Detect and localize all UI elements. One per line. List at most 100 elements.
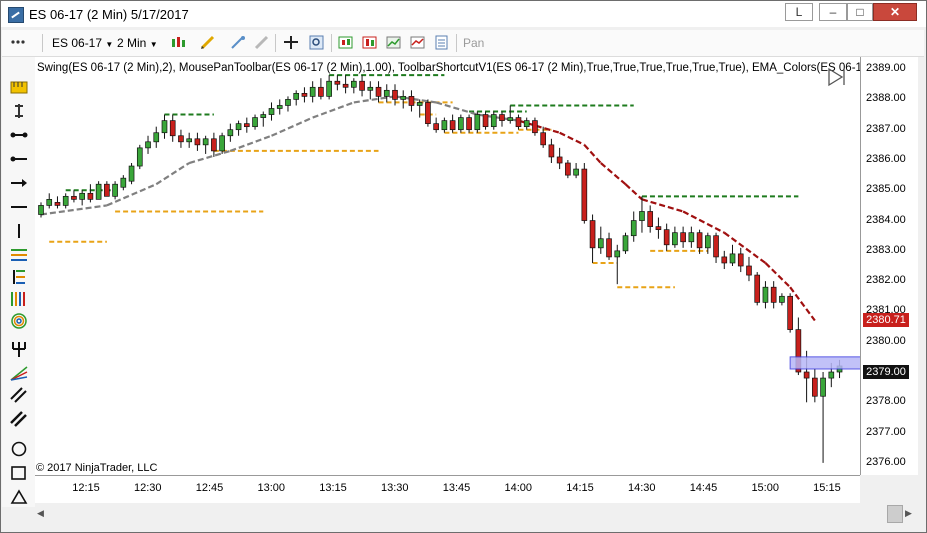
- chart-scroll-right-icon[interactable]: [827, 67, 847, 87]
- close-button[interactable]: ✕: [873, 3, 917, 21]
- bars-icon[interactable]: [171, 35, 186, 50]
- candle-down: [87, 192, 94, 200]
- gann-fan-icon[interactable]: [10, 365, 28, 381]
- eraser-icon[interactable]: [254, 35, 269, 50]
- candle-down: [243, 123, 250, 128]
- candle-up: [235, 123, 242, 131]
- candlestick-chart[interactable]: [35, 57, 865, 475]
- candle-down: [54, 202, 61, 206]
- candle-up: [400, 96, 407, 100]
- candle-up: [62, 195, 69, 206]
- properties-icon[interactable]: [434, 35, 449, 50]
- ellipse-icon[interactable]: [10, 441, 28, 457]
- fibonacci-time-icon[interactable]: [10, 291, 28, 307]
- candle-up: [219, 135, 225, 152]
- instrument-selector[interactable]: ES 06-17 ▼: [52, 34, 113, 52]
- copyright-label: © 2017 NinjaTrader, LLC: [36, 462, 158, 474]
- candle-up: [252, 117, 258, 128]
- candle-down: [104, 183, 110, 197]
- link-button[interactable]: L: [785, 3, 813, 21]
- toolbar-separator: [456, 34, 457, 52]
- ema-line-segment: [155, 162, 190, 186]
- scroll-thumb[interactable]: [887, 505, 903, 523]
- candle-up: [112, 183, 118, 197]
- candle-up: [779, 295, 785, 303]
- ema-line-segment: [40, 204, 108, 216]
- minimize-button[interactable]: –: [819, 3, 847, 21]
- scroll-left-arrow-icon[interactable]: ◀: [37, 508, 47, 520]
- title-bar[interactable]: ES 06-17 (2 Min) 5/17/2017 L – □ ✕: [1, 1, 926, 27]
- candle-up: [309, 86, 316, 97]
- line-icon[interactable]: [10, 127, 28, 143]
- price-tick-label: 2378.00: [866, 395, 906, 408]
- regression-channel-icon[interactable]: [10, 387, 28, 403]
- price-chart-area[interactable]: [35, 57, 865, 475]
- ema-line-segment: [624, 183, 643, 201]
- ray-icon[interactable]: [10, 151, 28, 167]
- triangle-icon[interactable]: [10, 489, 28, 505]
- toolbar-separator: [331, 34, 332, 52]
- risk-reward-icon[interactable]: [10, 103, 28, 119]
- time-axis[interactable]: 12:15 12:30 12:45 13:00 13:15 13:30 13:45 14:00…: [35, 475, 860, 504]
- candle-down: [515, 117, 522, 128]
- chart-style-icon[interactable]: [362, 35, 377, 50]
- crosshair-icon[interactable]: [283, 35, 298, 50]
- time-tick-label: 12:15: [72, 482, 100, 494]
- candle-up: [441, 120, 448, 131]
- crosshair-pen-icon[interactable]: [230, 35, 245, 50]
- candle-up: [622, 235, 629, 252]
- candle-up: [95, 183, 102, 200]
- ruler-icon[interactable]: [10, 79, 28, 95]
- scroll-right-arrow-icon[interactable]: ▶: [905, 508, 915, 520]
- candle-down: [696, 232, 703, 249]
- trend-channel-icon[interactable]: [10, 411, 28, 427]
- ema-line-segment: [312, 101, 355, 119]
- maximize-button[interactable]: □: [847, 3, 873, 21]
- pan-button[interactable]: Pan: [463, 34, 484, 52]
- andrews-pitchfork-icon[interactable]: [10, 341, 28, 357]
- horizontal-line-icon[interactable]: [10, 199, 28, 215]
- candle-up: [507, 117, 514, 121]
- candle-up: [293, 92, 300, 100]
- pencil-icon[interactable]: [200, 35, 215, 50]
- ema-line-segment: [229, 134, 272, 152]
- fibonacci-extension-icon[interactable]: [10, 269, 28, 285]
- interval-selector[interactable]: 2 Min ▼: [117, 34, 158, 52]
- candle-down: [721, 256, 728, 264]
- price-tick-label: 2389.00: [866, 62, 906, 75]
- arrow-line-icon[interactable]: [10, 175, 28, 191]
- candle-down: [540, 132, 546, 146]
- candle-up: [474, 114, 481, 131]
- indicators-icon[interactable]: [386, 35, 401, 50]
- toolbar-separator: [275, 34, 276, 52]
- candle-up: [268, 108, 275, 115]
- candle-up: [227, 129, 234, 137]
- candle-up: [458, 117, 464, 131]
- candle-up: [672, 232, 678, 246]
- price-tick-label: 2384.00: [866, 213, 906, 226]
- fibonacci-retracement-icon[interactable]: [10, 247, 28, 263]
- interval-label: 2 Min: [117, 36, 147, 50]
- fibonacci-circle-icon[interactable]: [10, 313, 28, 329]
- time-tick-label: 13:30: [380, 482, 409, 494]
- candle-down: [647, 211, 654, 227]
- zoom-icon[interactable]: [309, 35, 324, 50]
- ema-line-segment: [641, 198, 684, 213]
- scroll-track[interactable]: [51, 506, 885, 522]
- vertical-line-icon[interactable]: [10, 223, 28, 239]
- candle-up: [490, 114, 497, 128]
- strategies-icon[interactable]: [410, 35, 425, 50]
- price-axis[interactable]: 2389.00 2388.00 2387.00 2386.00 2385.00 2384.…: [860, 57, 918, 475]
- rectangle-icon[interactable]: [10, 465, 28, 481]
- candle-up: [136, 147, 143, 167]
- data-box-icon[interactable]: [338, 35, 353, 50]
- horizontal-scrollbar[interactable]: ◀ ▶: [35, 503, 920, 525]
- price-tick-label: 2387.00: [866, 122, 906, 135]
- price-tick-label: 2383.00: [866, 243, 906, 256]
- candle-up: [573, 168, 579, 176]
- price-tick-label: 2377.00: [866, 425, 906, 438]
- candle-down: [548, 144, 555, 158]
- menu-dots-icon[interactable]: [10, 35, 25, 50]
- time-tick-label: 14:45: [689, 482, 718, 494]
- chart-window: ES 06-17 (2 Min) 5/17/2017 L – □ ✕ ES 06…: [0, 0, 927, 533]
